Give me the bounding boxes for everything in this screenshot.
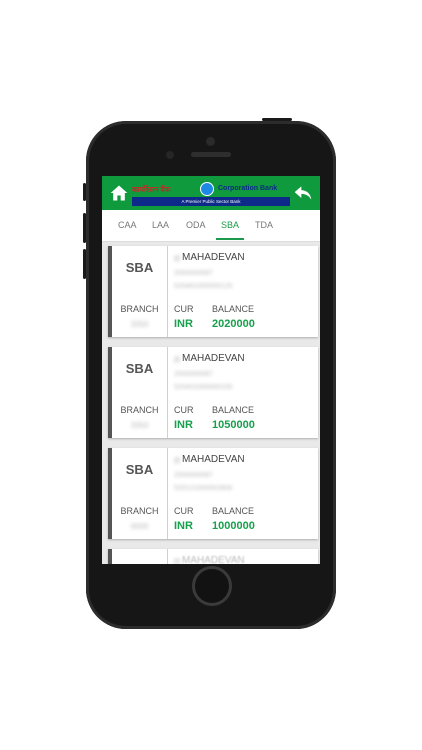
balance-label: BALANCE	[212, 506, 255, 516]
power-button	[262, 118, 292, 121]
branch-code: 3350	[130, 320, 149, 329]
balance-label: BALANCE	[212, 304, 255, 314]
tab-oda[interactable]: ODA	[186, 220, 206, 230]
app-header: कार्पोरेशन बैंक Corporation Bank A Premi…	[102, 176, 320, 210]
branch-code: 0000	[130, 522, 149, 531]
card-divider	[167, 549, 168, 564]
back-arrow-icon[interactable]	[293, 183, 313, 203]
branch-label: BRANCH	[120, 304, 159, 314]
branch-label: BRANCH	[120, 405, 159, 415]
account-type: SBA	[125, 260, 154, 275]
mute-switch	[83, 183, 86, 201]
currency-label: CUR	[174, 304, 194, 314]
front-camera	[206, 137, 215, 146]
account-holder-name: MAHADEVAN	[182, 454, 245, 465]
tab-caa[interactable]: CAA	[118, 220, 137, 230]
currency-value: INR	[174, 419, 193, 431]
account-number: 520121000002800	[174, 485, 233, 492]
bank-tagline: A Premier Public Sector Bank	[132, 197, 290, 206]
balance-value: 2020000	[212, 318, 255, 330]
card-divider	[167, 246, 168, 337]
tab-laa[interactable]: LAA	[152, 220, 169, 230]
bank-name-hindi: कार्पोरेशन बैंक	[132, 185, 171, 194]
home-button[interactable]	[192, 566, 232, 606]
customer-id: 2000000087	[174, 371, 213, 378]
currency-value: INR	[174, 318, 193, 330]
earpiece-speaker	[191, 152, 231, 157]
home-icon[interactable]	[109, 183, 129, 203]
name-initial: R	[174, 456, 181, 466]
account-number: 520401000000100	[174, 384, 233, 391]
name-initial: R	[174, 254, 181, 264]
account-card[interactable]: R MAHADEVAN	[108, 549, 318, 564]
customer-id: 2000000087	[174, 270, 213, 277]
account-number: 520461000000125	[174, 283, 233, 290]
tab-sba[interactable]: SBA	[221, 220, 239, 230]
currency-label: CUR	[174, 405, 194, 415]
account-holder-name: MAHADEVAN	[182, 555, 245, 564]
account-card[interactable]: SBA BRANCH 3350 R MAHADEVAN 2000000087 5…	[108, 246, 318, 337]
app-screen: कार्पोरेशन बैंक Corporation Bank A Premi…	[102, 176, 320, 564]
account-type: SBA	[125, 462, 154, 477]
balance-label: BALANCE	[212, 405, 255, 415]
phone-frame: कार्पोरेशन बैंक Corporation Bank A Premi…	[83, 118, 336, 629]
name-initial: R	[174, 355, 181, 365]
bank-logo	[200, 182, 214, 196]
balance-value: 1050000	[212, 419, 255, 431]
account-holder-name: MAHADEVAN	[182, 252, 245, 263]
active-tab-indicator	[216, 238, 244, 240]
name-initial: R	[174, 557, 181, 564]
volume-down-button	[83, 249, 86, 279]
account-card[interactable]: SBA BRANCH 3350 R MAHADEVAN 2000000087 5…	[108, 347, 318, 438]
account-type: SBA	[125, 361, 154, 376]
currency-label: CUR	[174, 506, 194, 516]
currency-value: INR	[174, 520, 193, 532]
account-type-tabs: CAA LAA ODA SBA TDA	[102, 210, 320, 242]
card-divider	[167, 448, 168, 539]
branch-label: BRANCH	[120, 506, 159, 516]
bank-name-english: Corporation Bank	[218, 185, 278, 192]
account-card[interactable]: SBA BRANCH 0000 R MAHADEVAN 2000000087 5…	[108, 448, 318, 539]
proximity-sensor	[166, 151, 174, 159]
customer-id: 2000000087	[174, 472, 213, 479]
card-divider	[167, 347, 168, 438]
account-holder-name: MAHADEVAN	[182, 353, 245, 364]
branch-code: 3350	[130, 421, 149, 430]
volume-up-button	[83, 213, 86, 243]
tab-tda[interactable]: TDA	[255, 220, 273, 230]
balance-value: 1000000	[212, 520, 255, 532]
